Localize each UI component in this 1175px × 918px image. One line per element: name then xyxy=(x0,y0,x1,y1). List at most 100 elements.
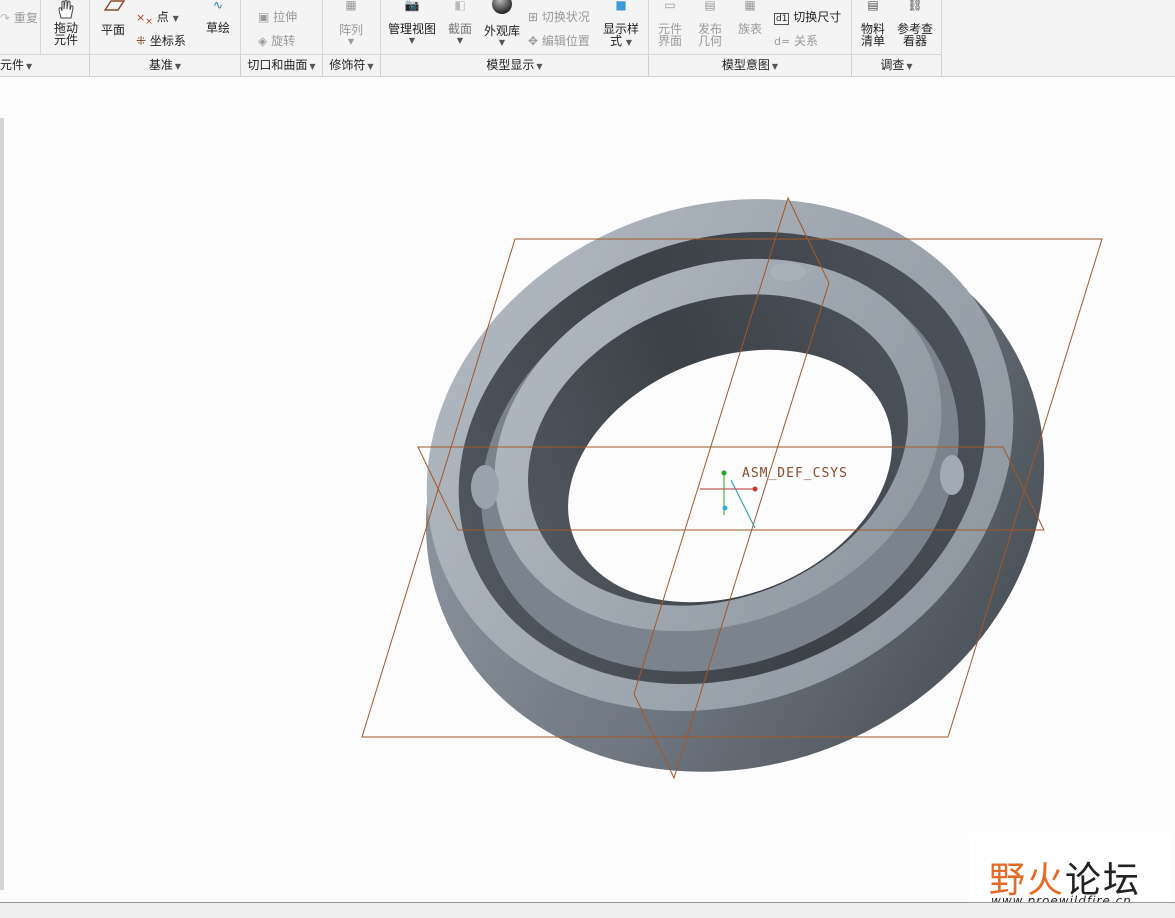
sketch-icon: ∿ xyxy=(212,0,224,12)
group-component[interactable]: 元件 ▼ xyxy=(0,55,90,76)
chevron-down-icon: ▼ xyxy=(498,38,506,47)
chevron-down-icon: ▼ xyxy=(456,36,464,45)
csys-button[interactable]: ⁜ 坐标系 xyxy=(136,32,186,49)
publish-geometry-icon: ▤ xyxy=(704,0,716,12)
sketch-label: 草绘 xyxy=(205,21,230,35)
reference-viewer-button[interactable]: ⛓ 参考查 看器 xyxy=(894,0,936,47)
graphics-viewport[interactable] xyxy=(0,78,1175,902)
separator xyxy=(648,0,649,54)
chevron-down-icon: ▼ xyxy=(347,37,355,46)
drag-component-label-2: 元件 xyxy=(53,33,78,47)
separator xyxy=(40,0,41,54)
drag-component-button[interactable]: 拖动 元件 xyxy=(48,0,84,46)
point-label: 点 xyxy=(156,10,169,24)
csys-icon: ⁜ xyxy=(136,34,147,48)
component-interface-button[interactable]: ▭ 元件 界面 xyxy=(654,0,686,47)
extrude-label: 拉伸 xyxy=(273,10,298,24)
extrude-button[interactable]: ▣ 拉伸 xyxy=(258,8,297,25)
appearance-gallery-button[interactable]: 外观库 ▼ xyxy=(482,0,522,49)
component-interface-label-2: 界面 xyxy=(657,34,682,48)
hand-icon xyxy=(58,0,74,19)
manage-views-button[interactable]: 📷 管理视图 ▼ xyxy=(386,0,438,47)
plane-icon xyxy=(103,0,126,11)
extrude-icon: ▣ xyxy=(258,10,270,24)
group-model-display[interactable]: 模型显示 ▼ xyxy=(381,55,649,76)
redo-icon: ↷ xyxy=(0,11,11,25)
toggle-status-icon: ⊞ xyxy=(528,10,539,24)
component-interface-icon: ▭ xyxy=(664,0,676,12)
pattern-button[interactable]: ▦ 阵列 ▼ xyxy=(334,0,368,48)
cube-icon: ■ xyxy=(615,0,627,12)
group-datum[interactable]: 基准 ▼ xyxy=(90,55,241,76)
edit-position-label: 编辑位置 xyxy=(541,34,590,48)
family-table-button[interactable]: ▦ 族表 xyxy=(734,0,766,35)
chevron-down-icon: ▼ xyxy=(172,14,179,23)
point-button[interactable]: ×× 点 ▼ xyxy=(136,8,179,27)
separator xyxy=(322,0,323,54)
bearing-model-view[interactable] xyxy=(0,78,1175,902)
point-icon: ×× xyxy=(136,11,153,28)
chevron-down-icon: ▼ xyxy=(625,38,632,47)
group-model-intent[interactable]: 模型意图 ▼ xyxy=(649,55,852,76)
display-style-label-2: 式 ▼ xyxy=(610,34,632,48)
redo-button[interactable]: ↷ 重复 xyxy=(0,9,38,26)
section-icon: ◧ xyxy=(454,0,466,12)
viewport-left-edge xyxy=(0,118,4,890)
sketch-button[interactable]: ∿ 草绘 xyxy=(202,0,234,34)
plane-button[interactable]: 平面 xyxy=(96,0,130,36)
edit-position-button[interactable]: ✥ 编辑位置 xyxy=(528,32,590,49)
switch-dimensions-label: 切换尺寸 xyxy=(793,10,842,24)
relations-label: 关系 xyxy=(794,34,819,48)
document-icon: ▤ xyxy=(867,0,879,12)
forum-watermark: 野火论坛 www.proewildfire.cn xyxy=(969,833,1171,913)
ball-right xyxy=(940,455,964,495)
group-investigate[interactable]: 调查 ▼ xyxy=(852,55,942,76)
group-cut-surface[interactable]: 切口和曲面 ▼ xyxy=(241,55,323,76)
pattern-icon: ▦ xyxy=(345,0,357,12)
bom-label-2: 清单 xyxy=(860,34,885,48)
status-bar xyxy=(0,902,1175,918)
csys-label: 坐标系 xyxy=(149,34,186,48)
switch-dimensions-button[interactable]: d1 切换尺寸 xyxy=(774,8,841,25)
edit-position-icon: ✥ xyxy=(528,34,539,48)
revolve-button[interactable]: ◈ 旋转 xyxy=(258,32,295,49)
reference-viewer-label-2: 看器 xyxy=(902,34,927,48)
toggle-status-label: 切换状况 xyxy=(541,10,590,24)
revolve-icon: ◈ xyxy=(258,34,268,48)
ball-top xyxy=(770,263,806,281)
revolve-label: 旋转 xyxy=(271,34,296,48)
separator xyxy=(941,0,942,54)
camera-icon: 📷 xyxy=(404,0,420,12)
appearance-gallery-label: 外观库 xyxy=(483,24,520,38)
manage-views-label: 管理视图 xyxy=(387,22,436,36)
display-style-button[interactable]: ■ 显示样 式 ▼ xyxy=(600,0,642,49)
chevron-down-icon: ▼ xyxy=(367,62,374,71)
chevron-down-icon: ▼ xyxy=(174,62,182,71)
csys-label[interactable]: ASM_DEF_CSYS xyxy=(742,466,848,481)
bom-button[interactable]: ▤ 物料 清单 xyxy=(856,0,890,47)
plane-label: 平面 xyxy=(100,23,125,37)
separator xyxy=(240,0,241,54)
separator xyxy=(380,0,381,54)
chevron-down-icon: ▼ xyxy=(536,62,543,71)
ribbon-group-bar: 元件 ▼ 基准 ▼ 切口和曲面 ▼ 修饰符 ▼ 模型显示 ▼ 模型意图 ▼ 调查 ▼ xyxy=(0,54,942,76)
ball-left xyxy=(471,465,499,509)
chevron-down-icon: ▼ xyxy=(26,62,33,71)
table-icon: ▦ xyxy=(744,0,756,12)
group-modifiers[interactable]: 修饰符 ▼ xyxy=(323,55,381,76)
section-label: 截面 xyxy=(447,22,472,36)
chain-link-icon: ⛓ xyxy=(907,0,923,12)
ribbon-toolbar: ↷ 重复 拖动 元件 平面 ×× 点 ▼ ⁜ 坐标系 ∿ 草绘 ▣ 拉伸 ◈ 旋… xyxy=(0,0,1175,77)
switch-dimensions-icon: d1 xyxy=(774,13,790,25)
section-button[interactable]: ◧ 截面 ▼ xyxy=(444,0,476,47)
relations-button[interactable]: d= 关系 xyxy=(774,32,818,49)
publish-geometry-button[interactable]: ▤ 发布 几何 xyxy=(694,0,726,47)
separator xyxy=(89,0,90,54)
chevron-down-icon: ▼ xyxy=(771,62,779,71)
toggle-status-button[interactable]: ⊞ 切换状况 xyxy=(528,8,590,25)
publish-geometry-label-2: 几何 xyxy=(697,34,722,48)
family-table-label: 族表 xyxy=(737,22,762,36)
chevron-down-icon: ▼ xyxy=(309,62,316,71)
pattern-label: 阵列 xyxy=(338,23,363,37)
separator xyxy=(851,0,852,54)
